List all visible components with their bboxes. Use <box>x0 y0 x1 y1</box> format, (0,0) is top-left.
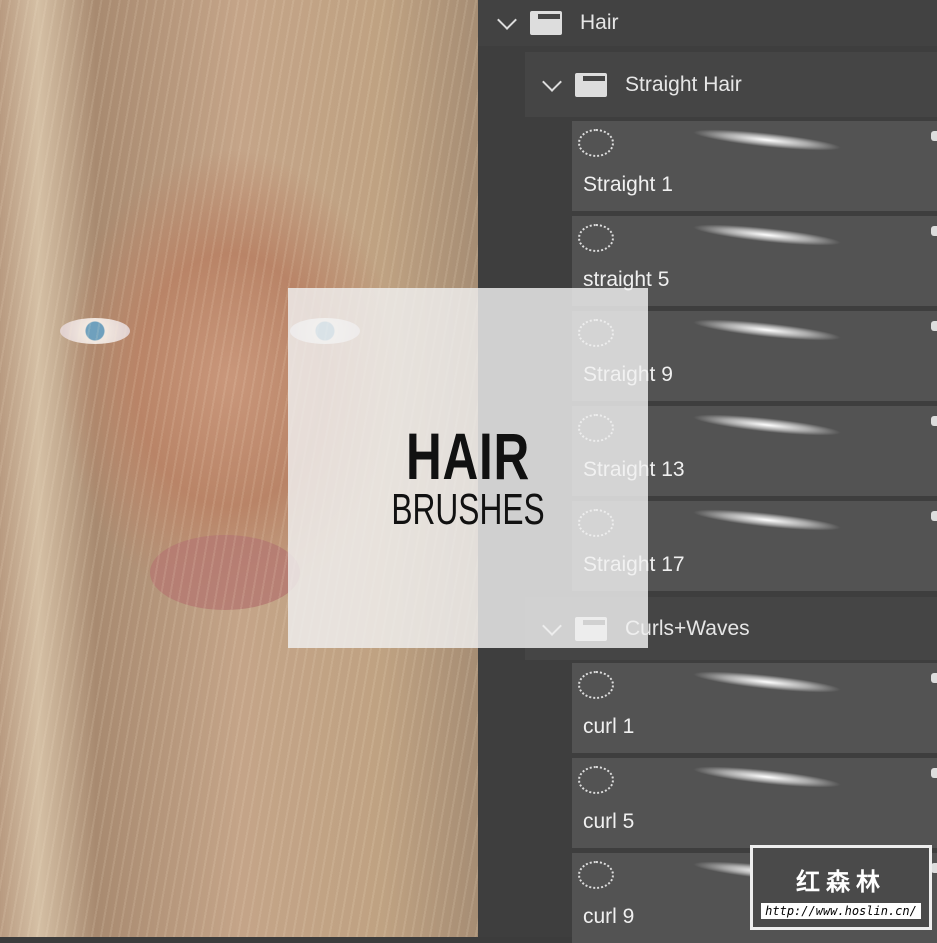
brush-stroke-preview <box>691 667 843 697</box>
brush-stroke-preview <box>691 315 843 345</box>
brush-icon <box>931 321 937 331</box>
brush-name: curl 5 <box>583 810 635 833</box>
brush-tip-icon <box>578 861 614 889</box>
brush-item[interactable]: curl 1 <box>572 663 937 753</box>
brush-tip-icon <box>578 671 614 699</box>
brush-tip-icon <box>578 766 614 794</box>
overlay-subtitle: BRUSHES <box>391 485 545 534</box>
chevron-down-icon[interactable] <box>497 10 517 30</box>
brush-name: Straight 1 <box>583 173 673 196</box>
brush-name: curl 9 <box>583 905 635 928</box>
watermark-url: http://www.hoslin.cn/ <box>761 903 921 919</box>
brush-icon <box>931 768 937 778</box>
brush-stroke-preview <box>691 762 843 792</box>
watermark: 红森林 http://www.hoslin.cn/ <box>750 845 932 930</box>
watermark-name: 红森林 <box>796 869 886 896</box>
brush-stroke-preview <box>691 505 843 535</box>
brush-name: curl 1 <box>583 715 635 738</box>
brush-icon <box>931 226 937 236</box>
brush-icon <box>931 511 937 521</box>
group-straight-hair[interactable]: Straight Hair <box>525 52 937 117</box>
folder-icon <box>575 72 607 97</box>
group-label: Straight Hair <box>625 72 742 96</box>
brush-icon <box>931 673 937 683</box>
overlay-title: HAIR <box>405 419 530 493</box>
group-hair[interactable]: Hair <box>478 0 937 46</box>
brush-stroke-preview <box>691 410 843 440</box>
brush-icon <box>931 131 937 141</box>
brush-item[interactable]: Straight 1 <box>572 121 937 211</box>
brush-tip-icon <box>578 224 614 252</box>
folder-icon <box>530 11 562 35</box>
brush-stroke-preview <box>691 125 843 155</box>
brush-icon <box>931 416 937 426</box>
group-label: Hair <box>580 11 619 34</box>
brush-stroke-preview <box>691 220 843 250</box>
brush-tip-icon <box>578 129 614 157</box>
title-overlay: HAIR BRUSHES <box>288 288 648 648</box>
chevron-down-icon[interactable] <box>542 71 562 92</box>
brush-item[interactable]: curl 5 <box>572 758 937 848</box>
